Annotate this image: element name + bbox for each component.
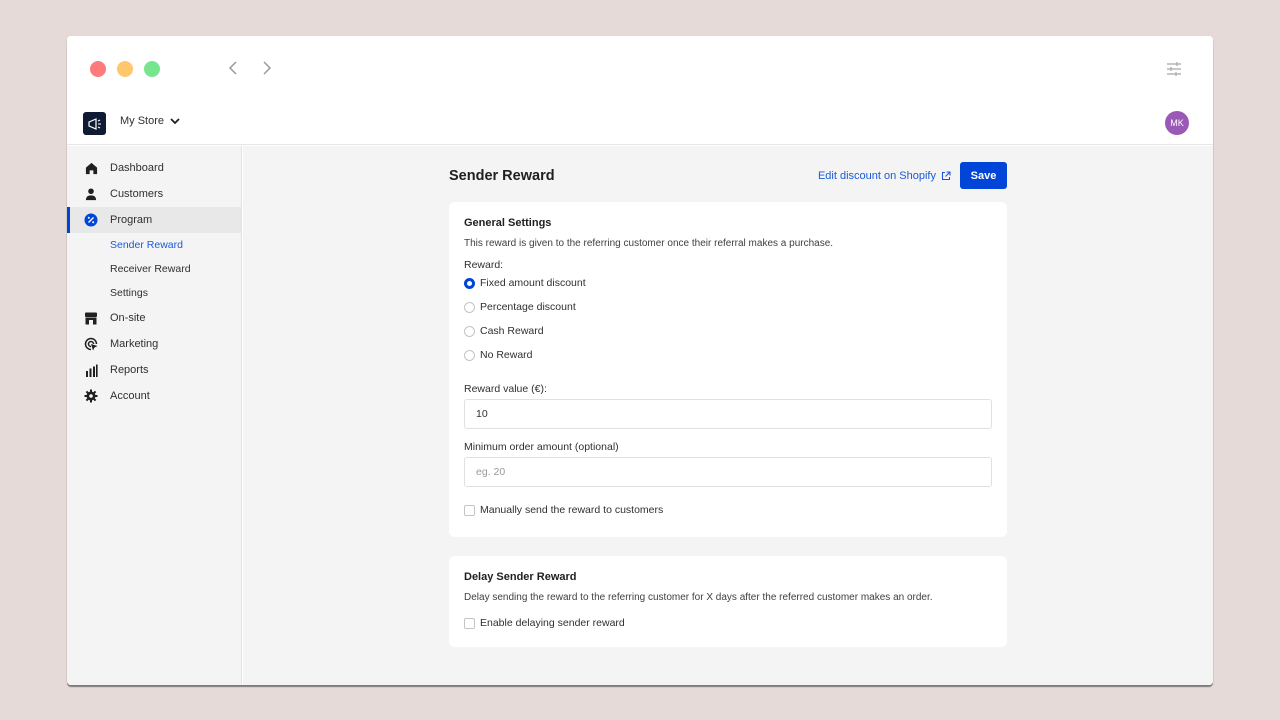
checkbox-label: Enable delaying sender reward [480,617,625,629]
sidebar-subitem-sender-reward[interactable]: Sender Reward [67,233,241,257]
sidebar-item-program[interactable]: Program [67,207,241,233]
enable-delay-option[interactable]: Enable delaying sender reward [464,617,992,629]
radio-fixed-amount[interactable]: Fixed amount discount [464,271,992,295]
delay-sender-reward-card: Delay Sender Reward Delay sending the re… [449,556,1007,647]
page-header: Sender Reward Edit discount on Shopify S… [449,162,1007,190]
user-icon [84,187,98,201]
manual-send-checkbox[interactable] [464,504,475,516]
reward-radio-group: Fixed amount discount Percentage discoun… [464,271,992,367]
reward-label: Reward: [464,259,504,271]
discount-badge-icon [84,213,98,227]
gear-icon [84,389,98,403]
radio-cash-reward[interactable]: Cash Reward [464,319,992,343]
store-name: My Store [120,115,165,127]
forward-button[interactable] [259,58,275,78]
sidebar-item-account[interactable]: Account [67,383,241,409]
title-bar [67,36,1213,106]
radio-label: Cash Reward [480,325,544,337]
manual-send-option[interactable]: Manually send the reward to customers [464,504,992,516]
home-icon [84,161,98,175]
sidebar-item-label: Marketing [110,338,159,350]
radio-label: Percentage discount [480,301,576,313]
sidebar-item-label: Dashboard [110,162,164,174]
edit-discount-shopify-link[interactable]: Edit discount on Shopify [818,170,951,182]
sidebar: Dashboard Customers Program Sender Rewar… [67,146,242,685]
radio-label: Fixed amount discount [480,277,586,289]
close-window-button[interactable] [90,61,106,77]
chevron-down-icon [170,117,180,124]
card-description: Delay sending the reward to the referrin… [464,592,933,603]
megaphone-icon [87,117,101,130]
reward-value-label: Reward value (€): [464,383,547,395]
sidebar-subitem-settings[interactable]: Settings [67,281,241,305]
chevron-right-icon [263,61,272,75]
radio-label: No Reward [480,349,533,361]
save-button[interactable]: Save [960,162,1007,189]
sidebar-item-dashboard[interactable]: Dashboard [67,155,241,181]
settings-button[interactable] [1165,60,1183,78]
card-title: Delay Sender Reward [464,571,577,583]
radio-button[interactable] [464,325,475,337]
min-order-label: Minimum order amount (optional) [464,441,619,453]
checkbox-label: Manually send the reward to customers [480,504,664,516]
sidebar-item-on-site[interactable]: On-site [67,305,241,331]
bar-chart-icon [84,363,98,377]
radio-button[interactable] [464,301,475,313]
sliders-icon [1167,62,1181,76]
reward-value-input[interactable] [464,399,992,429]
radio-no-reward[interactable]: No Reward [464,343,992,367]
sidebar-item-label: Account [110,390,150,402]
app-logo[interactable] [83,112,106,135]
app-window: My Store MK Dashboard Customers Program … [67,36,1213,685]
user-avatar[interactable]: MK [1165,111,1189,135]
sidebar-item-customers[interactable]: Customers [67,181,241,207]
radio-button[interactable] [464,349,475,361]
chevron-left-icon [228,61,237,75]
radio-percentage[interactable]: Percentage discount [464,295,992,319]
sidebar-item-label: Program [110,214,153,226]
store-selector[interactable]: My Store [120,115,180,127]
shopify-link-label: Edit discount on Shopify [817,170,936,182]
enable-delay-checkbox[interactable] [464,617,475,629]
sidebar-item-label: Reports [110,364,149,376]
sidebar-item-reports[interactable]: Reports [67,357,241,383]
general-settings-card: General Settings This reward is given to… [449,202,1007,537]
back-button[interactable] [225,58,241,78]
radio-button-checked[interactable] [464,277,475,289]
card-description: This reward is given to the referring cu… [464,238,834,249]
external-link-icon [941,171,951,181]
minimize-window-button[interactable] [117,61,133,77]
card-title: General Settings [464,217,552,229]
sidebar-subitem-receiver-reward[interactable]: Receiver Reward [67,257,241,281]
page-title: Sender Reward [449,168,555,184]
top-bar: My Store MK [67,106,1213,145]
sidebar-item-marketing[interactable]: Marketing [67,331,241,357]
sidebar-item-label: On-site [110,312,146,324]
target-cursor-icon [84,337,98,351]
maximize-window-button[interactable] [144,61,160,77]
min-order-input[interactable] [464,457,992,487]
sidebar-item-label: Customers [110,188,164,200]
storefront-icon [84,311,98,325]
main-content: Sender Reward Edit discount on Shopify S… [243,146,1213,685]
